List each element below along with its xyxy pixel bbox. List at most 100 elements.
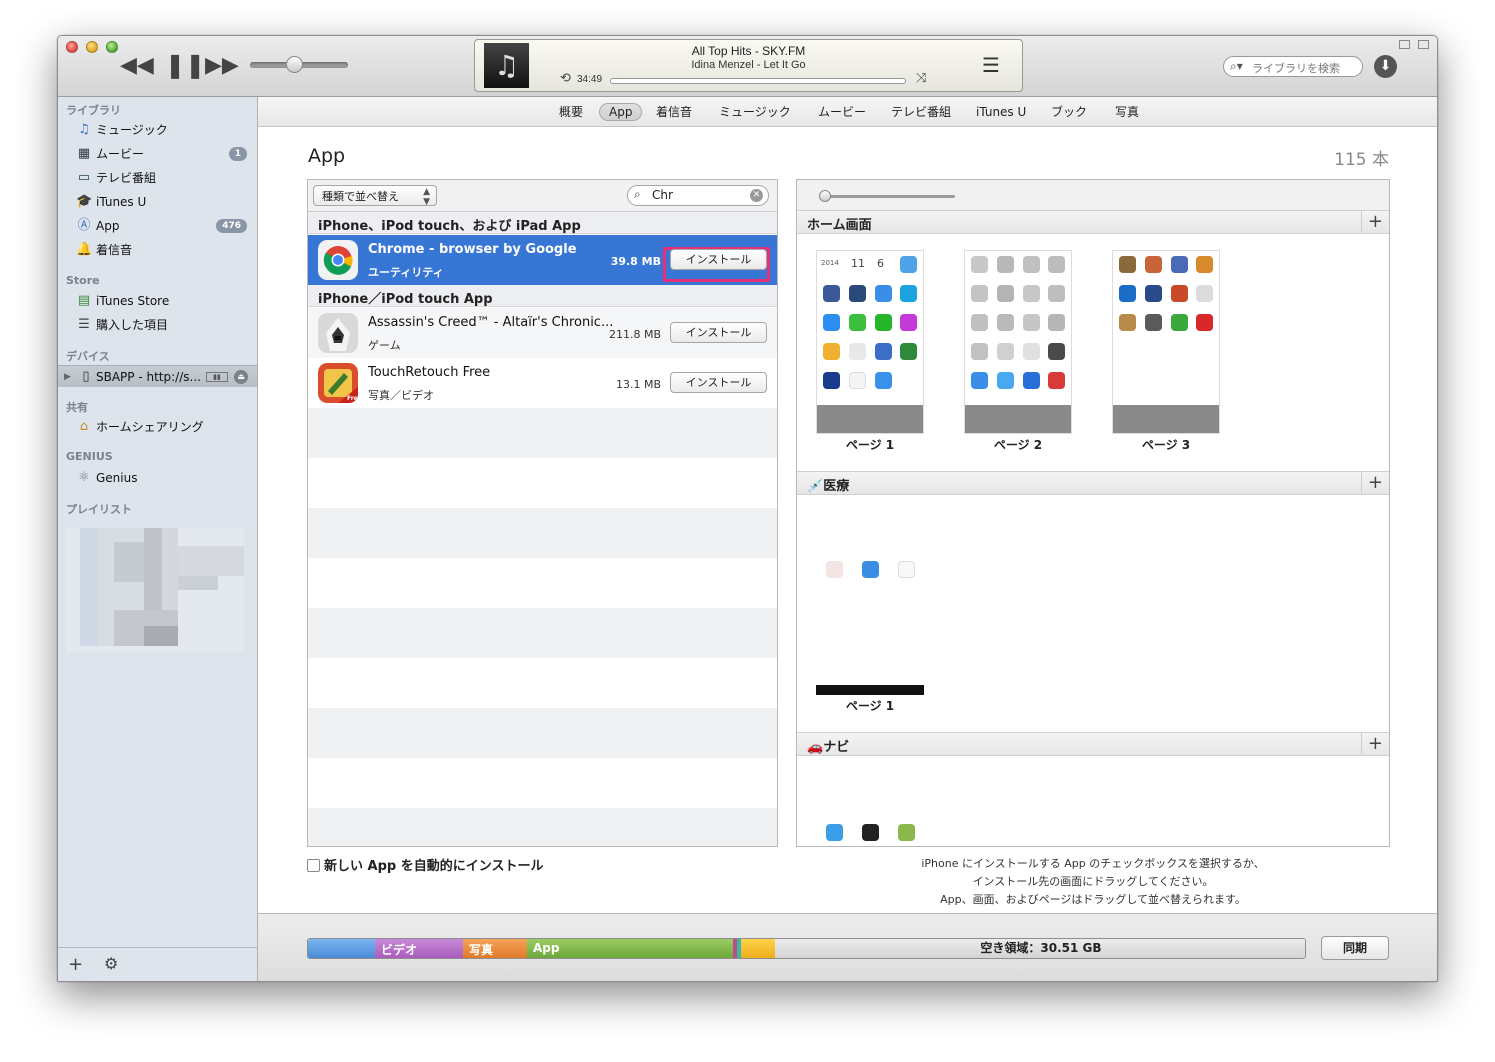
tab-itunes-u[interactable]: iTunes U [967,103,1035,121]
folder-icon [1023,256,1040,273]
medical-page-1-thumbnail[interactable] [816,511,924,695]
fullscreen-icon[interactable] [1418,40,1429,49]
app-size: 39.8 MB [610,255,661,268]
tab-ringtones[interactable]: 着信音 [647,103,701,121]
tab-books[interactable]: ブック [1042,103,1096,121]
clear-search-icon[interactable]: ✕ [750,189,763,202]
sidebar-item-music[interactable]: ♫ ミュージック [58,119,257,141]
home-page-1-thumbnail[interactable]: 2014 11 6 [816,250,924,434]
sync-button[interactable]: 同期 [1321,936,1389,960]
tab-app[interactable]: App [599,103,643,121]
itunes-store-app-icon [900,314,917,331]
store-header: Store [66,274,100,287]
sidebar-item-device[interactable]: ▶ ▯ SBAPP - http://s... ▮▮ ⏏ [58,365,257,387]
device-tab-bar: 概要 App 着信音 ミュージック ムービー テレビ番組 iTunes U ブッ… [258,97,1437,127]
compass-app-icon [862,824,879,841]
miniplayer-icon[interactable] [1399,40,1410,49]
progress-bar[interactable] [610,78,906,84]
checkbox-box[interactable] [307,859,320,872]
app-category: ゲーム [368,339,401,352]
photos-app-icon [823,343,840,360]
home-page-2-thumbnail[interactable] [964,250,1072,434]
music-note-icon: ♫ [78,122,90,137]
app-row-touchretouch[interactable]: Free TouchRetouch Free 写真／ビデオ 13.1 MB イン… [308,358,777,408]
lock-app-icon [849,285,866,302]
app-store-app-icon [823,314,840,331]
group-header-universal: iPhone、iPod touch、および iPad App [308,212,777,234]
home-page-3-thumbnail[interactable] [1112,250,1220,434]
sidebar-item-tv[interactable]: ▭ テレビ番組 [58,167,257,189]
app-list-toolbar: 種類で並べ替え ▲ ▼ ⌕ Chr ✕ [308,180,777,212]
app-filter-input[interactable]: ⌕ Chr ✕ [627,185,769,206]
library-search-input[interactable]: ⌕▾ ライブラリを検索 [1223,56,1363,77]
tab-summary[interactable]: 概要 [550,103,592,121]
tab-photos[interactable]: 写真 [1106,103,1148,121]
empty-row [308,608,777,658]
install-button[interactable]: インストール [670,322,767,343]
shuffle-icon[interactable]: ⤨ [916,71,926,86]
folder-icon [997,285,1014,302]
empty-row [308,508,777,558]
pause-icon[interactable]: ❚❚ [165,53,205,77]
add-playlist-icon[interactable]: + [68,954,83,975]
sidebar-item-movies[interactable]: ▦ ムービー 1 [58,143,257,165]
app-row-assassins-creed[interactable]: Assassin's Creed™ - Altaïr's Chronic... … [308,308,777,358]
game-app-icon [1119,314,1136,331]
car-icon: 🚗 [807,740,824,755]
page-title: App [308,145,346,167]
add-page-icon[interactable]: + [1360,733,1383,754]
battery-icon: ▮▮ [206,372,228,382]
genius-header: GENIUS [66,450,113,463]
close-window-button[interactable] [66,41,78,53]
movies-count-badge: 1 [228,147,247,161]
search-placeholder: ライブラリを検索 [1252,62,1340,75]
disclosure-triangle-icon[interactable]: ▶ [64,366,71,388]
sidebar-item-itunes-u[interactable]: 🎓 iTunes U [58,191,257,213]
app-store-icon: Ⓐ [77,218,91,233]
medical-app-icon [862,561,879,578]
install-button[interactable]: インストール [670,372,767,393]
folder-icon [1023,285,1040,302]
gear-icon[interactable]: ⚙ [104,954,118,973]
volume-slider[interactable] [250,56,348,73]
capacity-footer: ビデオ 写真 App 空き領域：30.51 GB 同期 [258,913,1437,981]
empty-row [308,558,777,608]
navi-folder-section-header: 🚗ナビ + [797,732,1389,756]
pixelated-playlists-placeholder [66,516,244,652]
tab-movies[interactable]: ムービー [809,103,875,121]
sidebar-item-app[interactable]: Ⓐ App 476 [58,215,257,237]
app-row-chrome[interactable]: Chrome - browser by Google ユーティリティ 39.8 … [308,235,777,285]
app-name: Assassin's Creed™ - Altaïr's Chronic... [368,315,614,330]
add-page-icon[interactable]: + [1360,211,1383,232]
sidebar-item-ringtones[interactable]: 🔔 着信音 [58,239,257,261]
navi-page-1-thumbnail[interactable] [816,772,924,846]
install-button[interactable]: インストール [670,249,767,270]
calendar-widget-icon: 2014 [821,259,839,267]
sidebar-item-genius[interactable]: ⚛ Genius [58,467,257,489]
volume-knob[interactable] [286,56,303,73]
updown-arrow-icon: ▲ ▼ [423,187,430,207]
zoom-knob[interactable] [819,190,831,202]
download-icon[interactable]: ⬇ [1374,55,1397,78]
game-app-icon [1196,314,1213,331]
zoom-window-button[interactable] [106,41,118,53]
auto-install-checkbox[interactable]: 新しい App を自動的にインストール [307,855,543,874]
rewind-icon[interactable]: ◀◀ [120,55,154,77]
add-page-icon[interactable]: + [1360,472,1383,493]
up-next-list-icon[interactable]: ☰ [982,53,1000,77]
tab-music[interactable]: ミュージック [710,103,800,121]
dock [1113,405,1219,433]
game-app-icon [1171,256,1188,273]
minimize-window-button[interactable] [86,41,98,53]
repeat-icon[interactable]: ⟲ [560,71,571,86]
app-size: 211.8 MB [608,328,661,341]
sidebar-item-home-sharing[interactable]: ⌂ ホームシェアリング [58,416,257,438]
sort-select[interactable]: 種類で並べ替え ▲ ▼ [313,185,437,207]
tab-tv[interactable]: テレビ番組 [882,103,960,121]
capacity-bar: ビデオ 写真 App 空き領域：30.51 GB [307,938,1306,959]
sidebar-item-purchased[interactable]: ☰ 購入した項目 [58,314,257,336]
eject-icon[interactable]: ⏏ [234,370,248,384]
sidebar-item-itunes-store[interactable]: ▤ iTunes Store [58,290,257,312]
zoom-slider[interactable] [819,190,955,202]
fast-forward-icon[interactable]: ▶▶ [205,55,239,77]
